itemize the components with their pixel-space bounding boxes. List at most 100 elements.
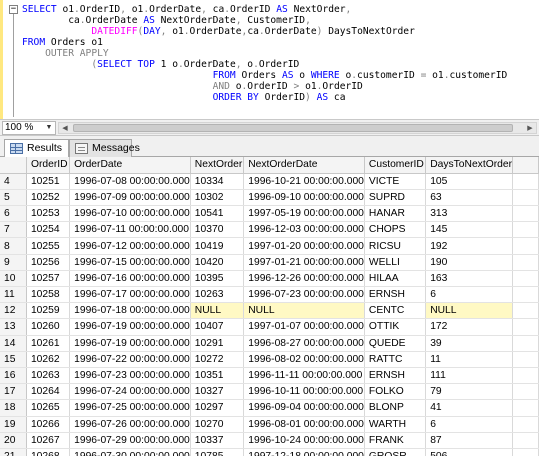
table-cell[interactable]: 1996-07-26 00:00:00.000 — [69, 416, 191, 433]
table-cell[interactable]: 1996-07-11 00:00:00.000 — [69, 221, 191, 239]
column-header[interactable]: OrderID — [26, 157, 71, 174]
row-number[interactable]: 10 — [0, 270, 27, 288]
table-cell[interactable]: WELLI — [364, 254, 427, 271]
table-cell[interactable]: 10268 — [26, 448, 71, 456]
row-number[interactable]: 12 — [0, 302, 27, 320]
chevron-down-icon[interactable]: ▼ — [44, 123, 54, 133]
code-line[interactable]: SELECT o1.OrderID, o1.OrderDate, ca.Orde… — [22, 4, 507, 15]
table-cell[interactable]: 10270 — [190, 416, 245, 433]
table-cell[interactable]: 6 — [425, 286, 514, 304]
table-cell[interactable]: 1996-07-23 00:00:00.000 — [243, 286, 365, 304]
table-cell[interactable]: 1996-10-24 00:00:00.000 — [243, 432, 365, 449]
table-cell[interactable]: 1996-07-29 00:00:00.000 — [69, 432, 191, 449]
table-cell[interactable]: CHOPS — [364, 221, 427, 239]
table-cell[interactable]: 41 — [425, 399, 514, 417]
table-cell[interactable]: 10262 — [26, 351, 71, 368]
table-cell[interactable]: NULL — [190, 302, 245, 320]
table-row[interactable]: 21102681996-07-30 00:00:00.000107851997-… — [0, 448, 539, 456]
table-cell[interactable]: 1996-07-18 00:00:00.000 — [69, 302, 191, 320]
table-cell[interactable]: 1996-12-26 00:00:00.000 — [243, 270, 365, 288]
table-cell[interactable]: VICTE — [364, 173, 427, 190]
table-cell[interactable]: 11 — [425, 351, 514, 368]
row-number[interactable]: 9 — [0, 254, 27, 271]
table-row[interactable]: 13 10260 1996-07-19 00:00:00.000 10407 1997-… — [0, 318, 539, 336]
scroll-right-icon[interactable]: ▶ — [524, 123, 536, 133]
row-number[interactable]: 5 — [0, 189, 27, 207]
table-cell[interactable]: FOLKO — [364, 383, 427, 401]
table-cell[interactable]: 10407 — [190, 318, 245, 336]
table-cell[interactable]: 1996-07-10 00:00:00.000 — [69, 205, 191, 223]
table-cell[interactable]: 10327 — [190, 383, 245, 401]
table-cell[interactable]: 10251 — [26, 173, 71, 190]
table-cell[interactable]: 1996-07-25 00:00:00.000 — [69, 399, 191, 417]
table-cell[interactable]: HILAA — [364, 270, 427, 288]
table-cell[interactable]: 10258 — [26, 286, 71, 304]
code-line[interactable]: DATEDIFF(DAY, o1.OrderDate,ca.OrderDate)… — [22, 26, 507, 37]
code-line[interactable]: ca.OrderDate AS NextOrderDate, CustomerI… — [22, 15, 507, 26]
table-cell[interactable]: 172 — [425, 318, 514, 336]
row-number[interactable]: 16 — [0, 367, 27, 385]
table-cell[interactable]: 1996-07-30 00:00:00.000 — [69, 448, 191, 456]
table-cell[interactable]: 10291 — [190, 335, 245, 352]
row-number[interactable]: 15 — [0, 351, 27, 368]
table-cell[interactable]: 10334 — [190, 173, 245, 190]
table-cell[interactable]: 1996-07-24 00:00:00.000 — [69, 383, 191, 401]
results-grid[interactable]: OrderID OrderDate NextOrder NextOrderDate Cu… — [0, 157, 539, 456]
table-cell[interactable]: 10541 — [190, 205, 245, 223]
table-cell[interactable]: 10264 — [26, 383, 71, 401]
table-cell[interactable]: 1996-11-11 00:00:00.000 — [243, 367, 365, 385]
table-cell[interactable]: FRANK — [364, 432, 427, 449]
table-cell[interactable]: 1996-08-01 00:00:00.000 — [243, 416, 365, 433]
code-line[interactable]: ORDER BY OrderID) AS ca — [22, 92, 507, 103]
table-cell[interactable]: WARTH — [364, 416, 427, 433]
table-row[interactable]: 4 10251 1996-07-08 00:00:00.000 10334 1996-1… — [0, 173, 539, 190]
row-number[interactable]: 11 — [0, 286, 27, 304]
table-cell[interactable]: 10257 — [26, 270, 71, 288]
table-row[interactable]: 19 10266 1996-07-26 00:00:00.000 10270 1996-… — [0, 416, 539, 433]
table-row[interactable]: 10 10257 1996-07-16 00:00:00.000 10395 1996-… — [0, 270, 539, 288]
table-cell[interactable]: 1997-01-20 00:00:00.000 — [243, 237, 365, 255]
table-cell[interactable]: 10256 — [26, 254, 71, 271]
table-cell[interactable]: 1996-12-03 00:00:00.000 — [243, 221, 365, 239]
table-cell[interactable]: 10263 — [190, 286, 245, 304]
column-header[interactable]: CustomerID — [364, 157, 427, 174]
table-cell[interactable]: 10263 — [26, 367, 71, 385]
table-cell[interactable]: BLONP — [364, 399, 427, 417]
row-number[interactable]: 21 — [0, 448, 27, 456]
table-cell[interactable]: 1996-10-21 00:00:00.000 — [243, 173, 365, 190]
row-number[interactable]: 17 — [0, 383, 27, 401]
table-cell[interactable]: 10260 — [26, 318, 71, 336]
table-row[interactable]: 5 10252 1996-07-09 00:00:00.000 10302 1996-0… — [0, 189, 539, 207]
table-cell[interactable]: 192 — [425, 237, 514, 255]
table-row[interactable]: 20 10267 1996-07-29 00:00:00.000 10337 1996-… — [0, 432, 539, 449]
table-cell[interactable]: 1996-07-17 00:00:00.000 — [69, 286, 191, 304]
table-cell[interactable]: RATTC — [364, 351, 427, 368]
code-line[interactable]: FROM Orders o1 — [22, 37, 507, 48]
table-cell[interactable]: 506 — [425, 448, 514, 456]
row-number[interactable]: 18 — [0, 399, 27, 417]
table-cell[interactable]: 1996-08-27 00:00:00.000 — [243, 335, 365, 352]
table-cell[interactable]: GROSR — [364, 448, 427, 456]
table-row[interactable]: 18 10265 1996-07-25 00:00:00.000 10297 1996-… — [0, 399, 539, 417]
table-row[interactable]: 12 10259 1996-07-18 00:00:00.000 NULL NULL CE… — [0, 302, 539, 320]
row-number[interactable]: 13 — [0, 318, 27, 336]
table-cell[interactable]: RICSU — [364, 237, 427, 255]
tab-results[interactable]: Results — [4, 139, 69, 158]
table-cell[interactable]: 87 — [425, 432, 514, 449]
table-row[interactable]: 9 10256 1996-07-15 00:00:00.000 10420 1997-0… — [0, 254, 539, 271]
table-cell[interactable]: 1996-07-16 00:00:00.000 — [69, 270, 191, 288]
table-cell[interactable]: 10419 — [190, 237, 245, 255]
table-cell[interactable]: 10253 — [26, 205, 71, 223]
table-cell[interactable]: HANAR — [364, 205, 427, 223]
table-cell[interactable]: 1996-08-02 00:00:00.000 — [243, 351, 365, 368]
table-cell[interactable]: QUEDE — [364, 335, 427, 352]
row-number[interactable]: 7 — [0, 221, 27, 239]
table-cell[interactable]: 1996-07-09 00:00:00.000 — [69, 189, 191, 207]
table-cell[interactable]: 10370 — [190, 221, 245, 239]
table-cell[interactable]: 1996-07-19 00:00:00.000 — [69, 335, 191, 352]
code-line[interactable]: FROM Orders AS o WHERE o.customerID = o1… — [22, 70, 508, 81]
table-cell[interactable]: 10255 — [26, 237, 71, 255]
table-cell[interactable]: ERNSH — [364, 367, 427, 385]
scroll-left-icon[interactable]: ◀ — [59, 123, 71, 133]
table-cell[interactable]: 10254 — [26, 221, 71, 239]
